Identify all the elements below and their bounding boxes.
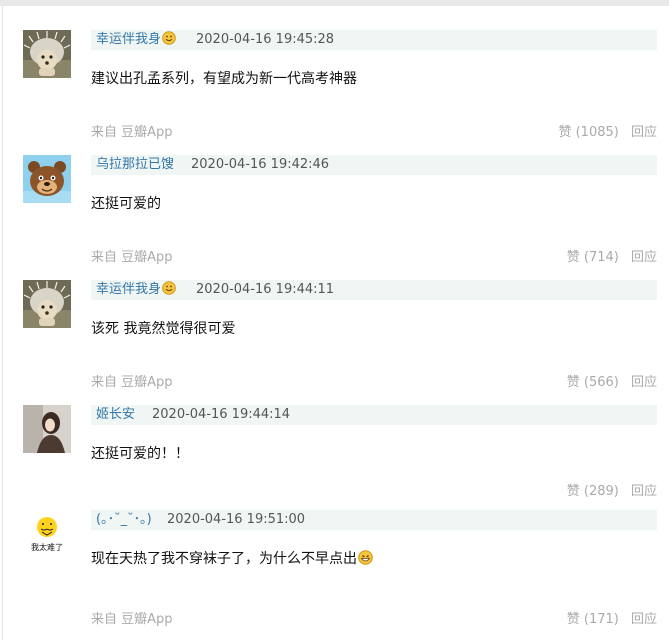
hedgehog-avatar-icon[interactable] xyxy=(23,280,71,328)
like-button[interactable]: 赞 (1085) xyxy=(558,125,618,140)
comment-time: 2020-04-16 19:44:14 xyxy=(152,407,291,422)
comment-time: 2020-04-16 19:44:11 xyxy=(196,282,335,297)
smiley-emoji-icon xyxy=(162,31,176,52)
girl-avatar-icon[interactable] xyxy=(23,405,71,453)
comment-footer: 来自 豆瓣App 赞 (714) 回应 xyxy=(91,249,657,267)
reply-button[interactable]: 回应 xyxy=(631,250,657,265)
comment-footer: 赞 (289) 回应 xyxy=(91,483,657,501)
reply-button[interactable]: 回应 xyxy=(631,125,657,140)
username-link[interactable]: 姬长安 xyxy=(96,405,135,425)
comment-header: 姬长安 2020-04-16 19:44:14 xyxy=(91,405,657,425)
comment-header: 乌拉那拉已馊 2020-04-16 19:42:46 xyxy=(91,155,657,175)
reply-button[interactable]: 回应 xyxy=(631,612,657,627)
comment-text: 现在天热了我不穿袜子了，为什么不早点出 xyxy=(91,548,373,569)
reply-button[interactable]: 回应 xyxy=(631,484,657,499)
comment-footer: 来自 豆瓣App 赞 (1085) 回应 xyxy=(91,124,657,142)
comment-footer: 来自 豆瓣App 赞 (171) 回应 xyxy=(91,611,657,629)
grin-emoji-icon xyxy=(358,550,373,569)
smiley-emoji-icon xyxy=(162,281,176,302)
like-button[interactable]: 赞 (289) xyxy=(567,484,619,499)
username-link[interactable]: (｡･˘_˘･｡) xyxy=(96,510,152,530)
comment-text: 该死 我竟然觉得很可爱 xyxy=(91,321,236,337)
avatar-caption: 我太难了 xyxy=(31,542,63,552)
comment-time: 2020-04-16 19:42:46 xyxy=(191,157,330,172)
comment-text: 建议出孔孟系列，有望成为新一代高考神器 xyxy=(91,71,357,87)
comment-time: 2020-04-16 19:45:28 xyxy=(196,32,335,47)
comment-source: 来自 豆瓣App xyxy=(91,125,173,140)
reply-button[interactable]: 回应 xyxy=(631,375,657,390)
username-link[interactable]: 幸运伴我身 xyxy=(96,30,176,52)
comment-text: 还挺可爱的！！ xyxy=(91,446,189,462)
comment-header: (｡･˘_˘･｡) 2020-04-16 19:51:00 xyxy=(91,510,657,530)
like-button[interactable]: 赞 (171) xyxy=(567,612,619,627)
username-link[interactable]: 乌拉那拉已馊 xyxy=(96,155,174,175)
comment-time: 2020-04-16 19:51:00 xyxy=(167,512,306,527)
duck-avatar-icon[interactable]: 我太难了 xyxy=(23,510,71,558)
comment-text: 还挺可爱的 xyxy=(91,196,161,212)
comment-footer: 来自 豆瓣App 赞 (566) 回应 xyxy=(91,374,657,392)
bear-avatar-icon[interactable] xyxy=(23,155,71,203)
comment-header: 幸运伴我身 2020-04-16 19:44:11 xyxy=(91,280,657,300)
like-button[interactable]: 赞 (566) xyxy=(567,375,619,390)
like-button[interactable]: 赞 (714) xyxy=(567,250,619,265)
username-link[interactable]: 幸运伴我身 xyxy=(96,280,176,302)
comment-list: 幸运伴我身 2020-04-16 19:45:28 建议出孔孟系列，有望成为新一… xyxy=(2,6,669,640)
comment-header: 幸运伴我身 2020-04-16 19:45:28 xyxy=(91,30,657,50)
comment-source: 来自 豆瓣App xyxy=(91,375,173,390)
comment-source: 来自 豆瓣App xyxy=(91,612,173,627)
comment-source: 来自 豆瓣App xyxy=(91,250,173,265)
hedgehog-avatar-icon[interactable] xyxy=(23,30,71,78)
